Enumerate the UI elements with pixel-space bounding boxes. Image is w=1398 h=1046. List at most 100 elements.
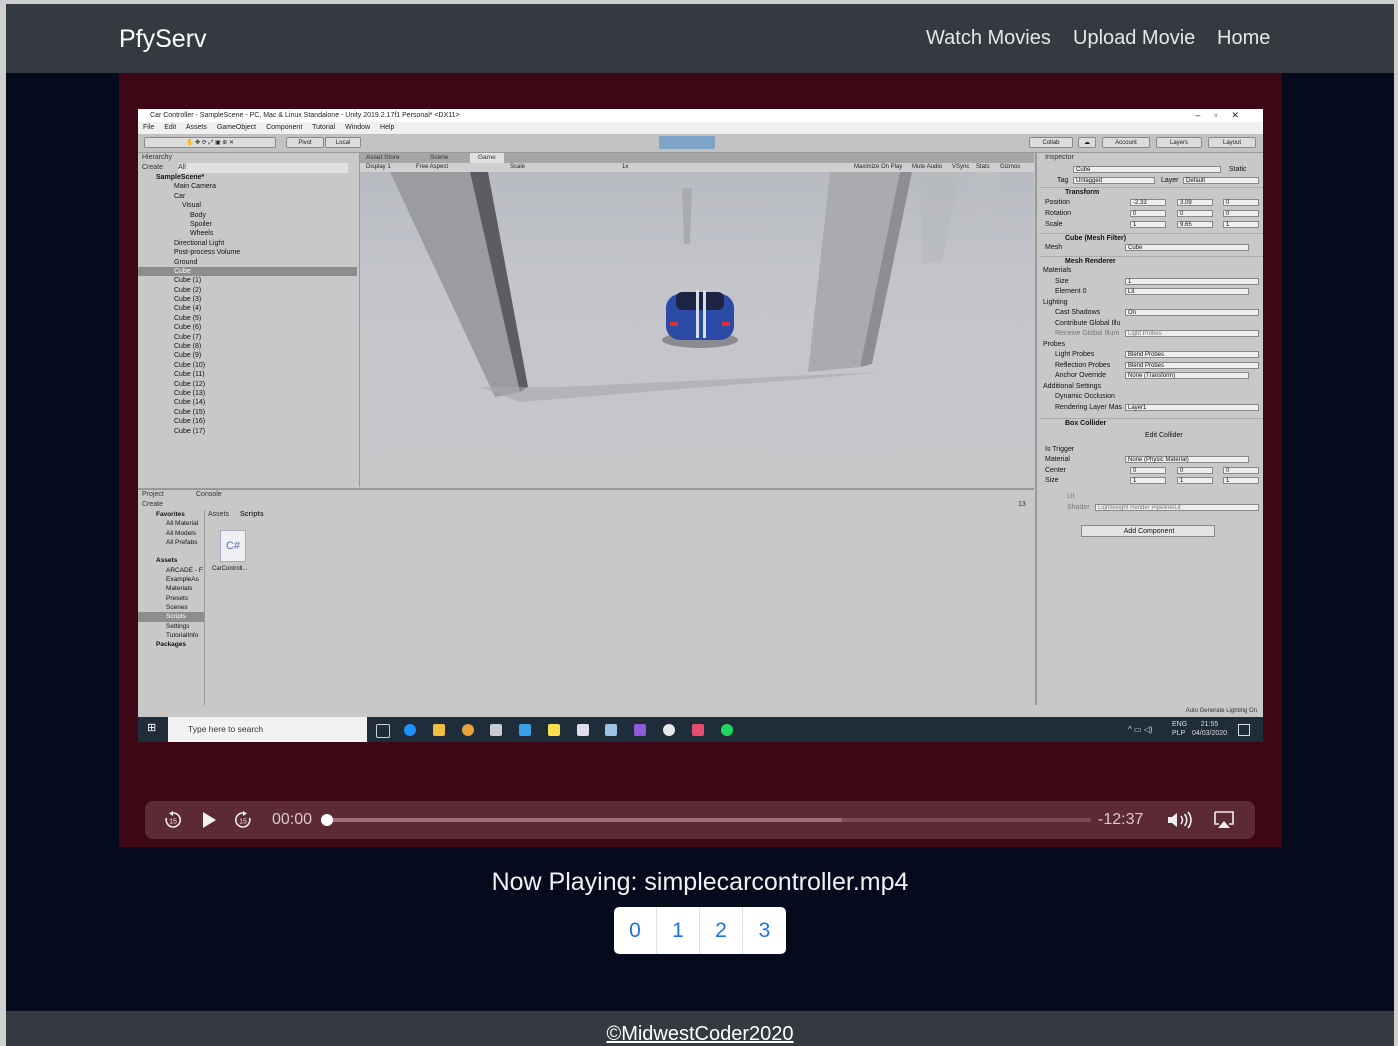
buffered-range <box>326 818 843 822</box>
window-controls-icon: –▫✕ <box>1195 110 1253 120</box>
nav-upload-movie[interactable]: Upload Movie <box>1073 27 1195 50</box>
mesh-filter-header: Cube (Mesh Filter) <box>1039 233 1263 244</box>
center-label: Center <box>1045 467 1067 474</box>
hierarchy-item: Cube (1) <box>174 277 202 285</box>
layer-dropdown: Default <box>1183 177 1259 184</box>
hierarchy-item: Cube (7) <box>174 333 202 341</box>
maximize-on-play: Maximize On Play <box>854 164 903 170</box>
unity-status: Auto Generate Lighting On <box>138 705 1263 717</box>
hierarchy-item-selected: Cube <box>138 266 357 277</box>
nav-home[interactable]: Home <box>1217 27 1270 50</box>
is-trigger-label: Is Trigger <box>1045 446 1075 453</box>
local-toggle: Local <box>325 137 361 148</box>
mesh-label: Mesh <box>1045 244 1063 251</box>
recorder-icon <box>692 724 704 736</box>
project-tree: Favorites All Material All Models All Pr… <box>138 510 205 715</box>
unity-menu-bar: File Edit Assets GameObject Component Tu… <box>138 122 1263 134</box>
file-explorer-icon <box>433 724 445 736</box>
unity-icon <box>605 724 617 736</box>
hierarchy-item: Cube (6) <box>174 324 202 332</box>
video-frame[interactable]: Car Controller - SampleScene - PC, Mac &… <box>138 109 1263 742</box>
game-scene-image <box>390 172 1000 402</box>
video-player[interactable]: Car Controller - SampleScene - PC, Mac &… <box>119 73 1282 847</box>
project-tree-item: ARCADE - F <box>166 566 203 574</box>
mesh-renderer-header: Mesh Renderer <box>1039 256 1263 267</box>
project-tree-item: Presets <box>166 594 189 602</box>
gizmos: Gizmos <box>1000 164 1021 170</box>
display-dropdown: Display 1 <box>366 164 391 170</box>
layers-dropdown: Layers <box>1156 137 1202 148</box>
unity-window-title: Car Controller - SampleScene - PC, Mac &… <box>150 112 460 119</box>
hierarchy-item: Body <box>190 211 206 219</box>
hierarchy-item: Main Camera <box>174 183 217 191</box>
project-tree-item: All Models <box>166 529 196 537</box>
language-indicator: ENG PLP <box>1172 720 1187 738</box>
rotation-x: 0 <box>1130 210 1166 217</box>
shader-label: Shader <box>1067 504 1090 511</box>
position-z: 0 <box>1223 199 1259 206</box>
material-field: None (Physic Material) <box>1125 456 1249 463</box>
position-y: 3.09 <box>1177 199 1213 206</box>
contribute-gi-label: Contribute Global Illu <box>1055 320 1121 327</box>
receive-gi-dropdown: Light Probes <box>1125 330 1259 337</box>
volume-icon[interactable] <box>1166 810 1194 830</box>
add-component-button: Add Component <box>1081 525 1215 537</box>
inspector-panel: Inspector Cube Static Tag Untagged Layer… <box>1035 153 1263 713</box>
hierarchy-list: SampleScene* Main Camera Car Visual Body… <box>138 173 357 436</box>
play-icon[interactable] <box>199 810 219 830</box>
taskbar-clock: 21:55 04/03/2020 <box>1192 720 1227 738</box>
navbar: PfyServ Watch Movies Upload Movie Home <box>6 4 1394 73</box>
game-panel: Asset Store Scene Game Display 1 Free As… <box>360 153 1034 487</box>
center-y: 0 <box>1177 467 1213 474</box>
tab-game: Game <box>470 153 504 163</box>
hierarchy-item: Cube (12) <box>174 380 206 388</box>
hierarchy-item: Car <box>174 192 186 200</box>
page-button-0[interactable]: 0 <box>614 907 657 954</box>
box-collider-header: Box Collider <box>1039 418 1263 429</box>
hierarchy-item: Cube (8) <box>174 343 202 351</box>
edit-collider-label: Edit Collider <box>1145 432 1183 439</box>
menu-window: Window <box>345 124 371 131</box>
chrome-icon <box>462 724 474 736</box>
hierarchy-item: Cube (9) <box>174 352 202 360</box>
assets-label: Assets <box>156 557 178 565</box>
stats: Stats <box>976 164 990 170</box>
unity-hub-icon <box>577 724 589 736</box>
page-button-1[interactable]: 1 <box>657 907 700 954</box>
seek-handle[interactable] <box>321 814 333 826</box>
tag-dropdown: Untagged <box>1073 177 1155 184</box>
scale-z: 1 <box>1223 221 1259 228</box>
transform-tools-icon: ✋ ✥ ⟳ ⤢ ▣ ⊕ ✕ <box>144 137 276 148</box>
menu-help: Help <box>380 124 395 131</box>
notification-icon <box>1238 724 1250 736</box>
hierarchy-item: Cube (16) <box>174 418 206 426</box>
unity-toolbar: ✋ ✥ ⟳ ⤢ ▣ ⊕ ✕ Pivot Local Collab ☁ Accou… <box>138 134 1263 153</box>
size2-label: Size <box>1045 477 1059 484</box>
footer-copyright-link[interactable]: ©MidwestCoder2020 <box>606 1023 793 1046</box>
project-tree-item: ExampleAs <box>166 576 199 584</box>
project-create: Create <box>142 501 164 508</box>
page-button-3[interactable]: 3 <box>743 907 786 954</box>
skip-forward-15-icon[interactable]: 15 <box>233 810 253 830</box>
game-view-toolbar: Display 1 Free Aspect Scale 1x Maximize … <box>360 163 1034 172</box>
remaining-time: -12:37 <box>1098 811 1144 828</box>
brand-logo[interactable]: PfyServ <box>119 25 207 54</box>
page-button-2[interactable]: 2 <box>700 907 743 954</box>
game-view <box>360 172 1034 487</box>
video-controls: 15 15 00:00 -12:37 <box>145 801 1255 839</box>
now-playing-title: Now Playing: simplecarcontroller.mp4 <box>491 868 909 896</box>
scale-label: Scale <box>1045 221 1063 228</box>
hierarchy-tab: Hierarchy <box>142 154 172 161</box>
hierarchy-item: Ground <box>174 258 198 266</box>
additional-settings-label: Additional Settings <box>1043 383 1101 390</box>
seek-bar[interactable] <box>321 814 1091 826</box>
skip-back-15-icon[interactable]: 15 <box>163 810 183 830</box>
nav-watch-movies[interactable]: Watch Movies <box>926 27 1051 50</box>
position-label: Position <box>1045 199 1070 206</box>
material-label: Material <box>1045 456 1070 463</box>
dynamic-occlusion-label: Dynamic Occlusion <box>1055 393 1115 400</box>
clock-date: 04/03/2020 <box>1192 730 1228 737</box>
pagination: 0 1 2 3 <box>614 907 786 954</box>
airplay-icon[interactable] <box>1213 810 1235 830</box>
